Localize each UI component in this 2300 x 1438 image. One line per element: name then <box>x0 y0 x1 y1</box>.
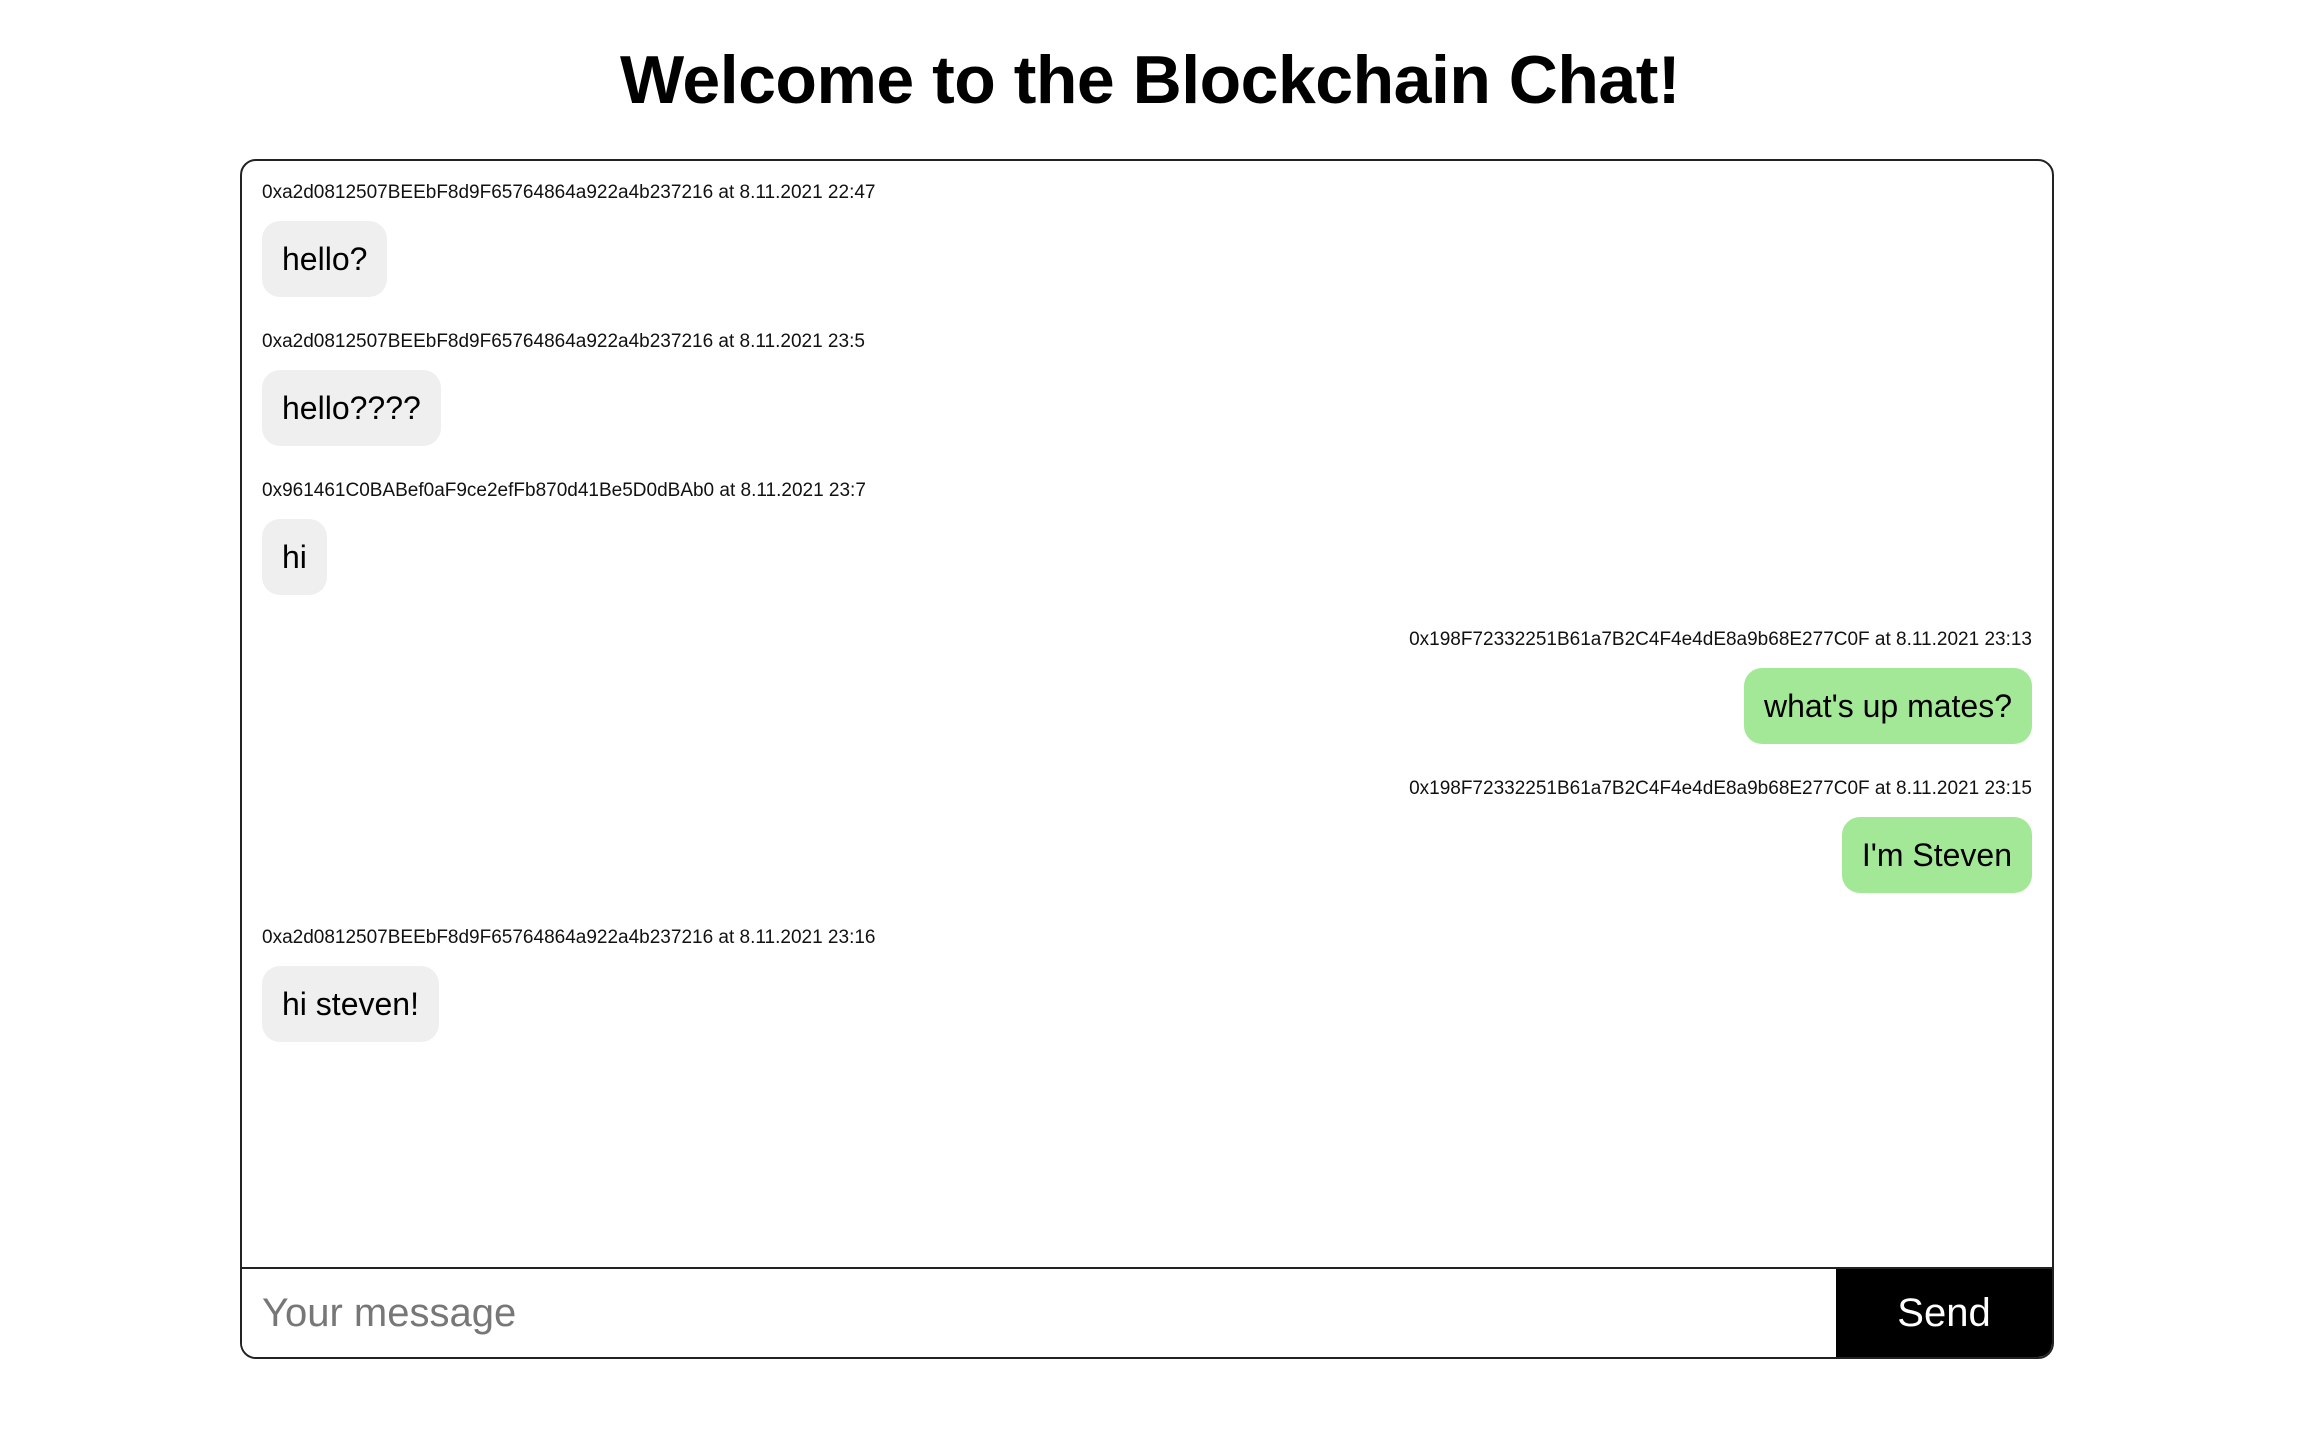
message-bubble: hi <box>262 519 327 595</box>
page-title: Welcome to the Blockchain Chat! <box>619 42 1681 118</box>
message-bubble: what's up mates? <box>1743 668 2032 744</box>
message-item: 0xa2d0812507BEEbF8d9F65764864a922a4b2372… <box>262 926 2032 1075</box>
message-list[interactable]: 0xa2d0812507BEEbF8d9F65764864a922a4b2372… <box>242 161 2052 1267</box>
message-meta: 0xa2d0812507BEEbF8d9F65764864a922a4b2372… <box>262 927 876 948</box>
message-bubble: I'm Steven <box>1841 817 2032 893</box>
message-meta: 0x198F72332251B61a7B2C4F4e4dE8a9b68E277C… <box>1409 629 2032 650</box>
message-bubble: hi steven! <box>262 966 439 1042</box>
chat-page: Welcome to the Blockchain Chat! 0xa2d081… <box>0 0 2300 1438</box>
message-item: 0x198F72332251B61a7B2C4F4e4dE8a9b68E277C… <box>262 628 2032 777</box>
message-meta: 0x198F72332251B61a7B2C4F4e4dE8a9b68E277C… <box>1409 778 2032 799</box>
message-bubble: hello???? <box>262 370 441 446</box>
message-input[interactable] <box>242 1269 1836 1357</box>
chat-box: 0xa2d0812507BEEbF8d9F65764864a922a4b2372… <box>240 159 2054 1359</box>
message-item: 0x961461C0BABef0aF9ce2efFb870d41Be5D0dBA… <box>262 479 2032 628</box>
send-button[interactable]: Send <box>1836 1269 2052 1357</box>
message-item: 0xa2d0812507BEEbF8d9F65764864a922a4b2372… <box>262 330 2032 479</box>
message-composer: Send <box>242 1267 2052 1357</box>
message-meta: 0xa2d0812507BEEbF8d9F65764864a922a4b2372… <box>262 331 865 352</box>
message-meta: 0xa2d0812507BEEbF8d9F65764864a922a4b2372… <box>262 182 876 203</box>
message-bubble: hello? <box>262 221 388 297</box>
message-item: 0xa2d0812507BEEbF8d9F65764864a922a4b2372… <box>262 181 2032 330</box>
message-item: 0x198F72332251B61a7B2C4F4e4dE8a9b68E277C… <box>262 777 2032 926</box>
message-meta: 0x961461C0BABef0aF9ce2efFb870d41Be5D0dBA… <box>262 480 866 501</box>
